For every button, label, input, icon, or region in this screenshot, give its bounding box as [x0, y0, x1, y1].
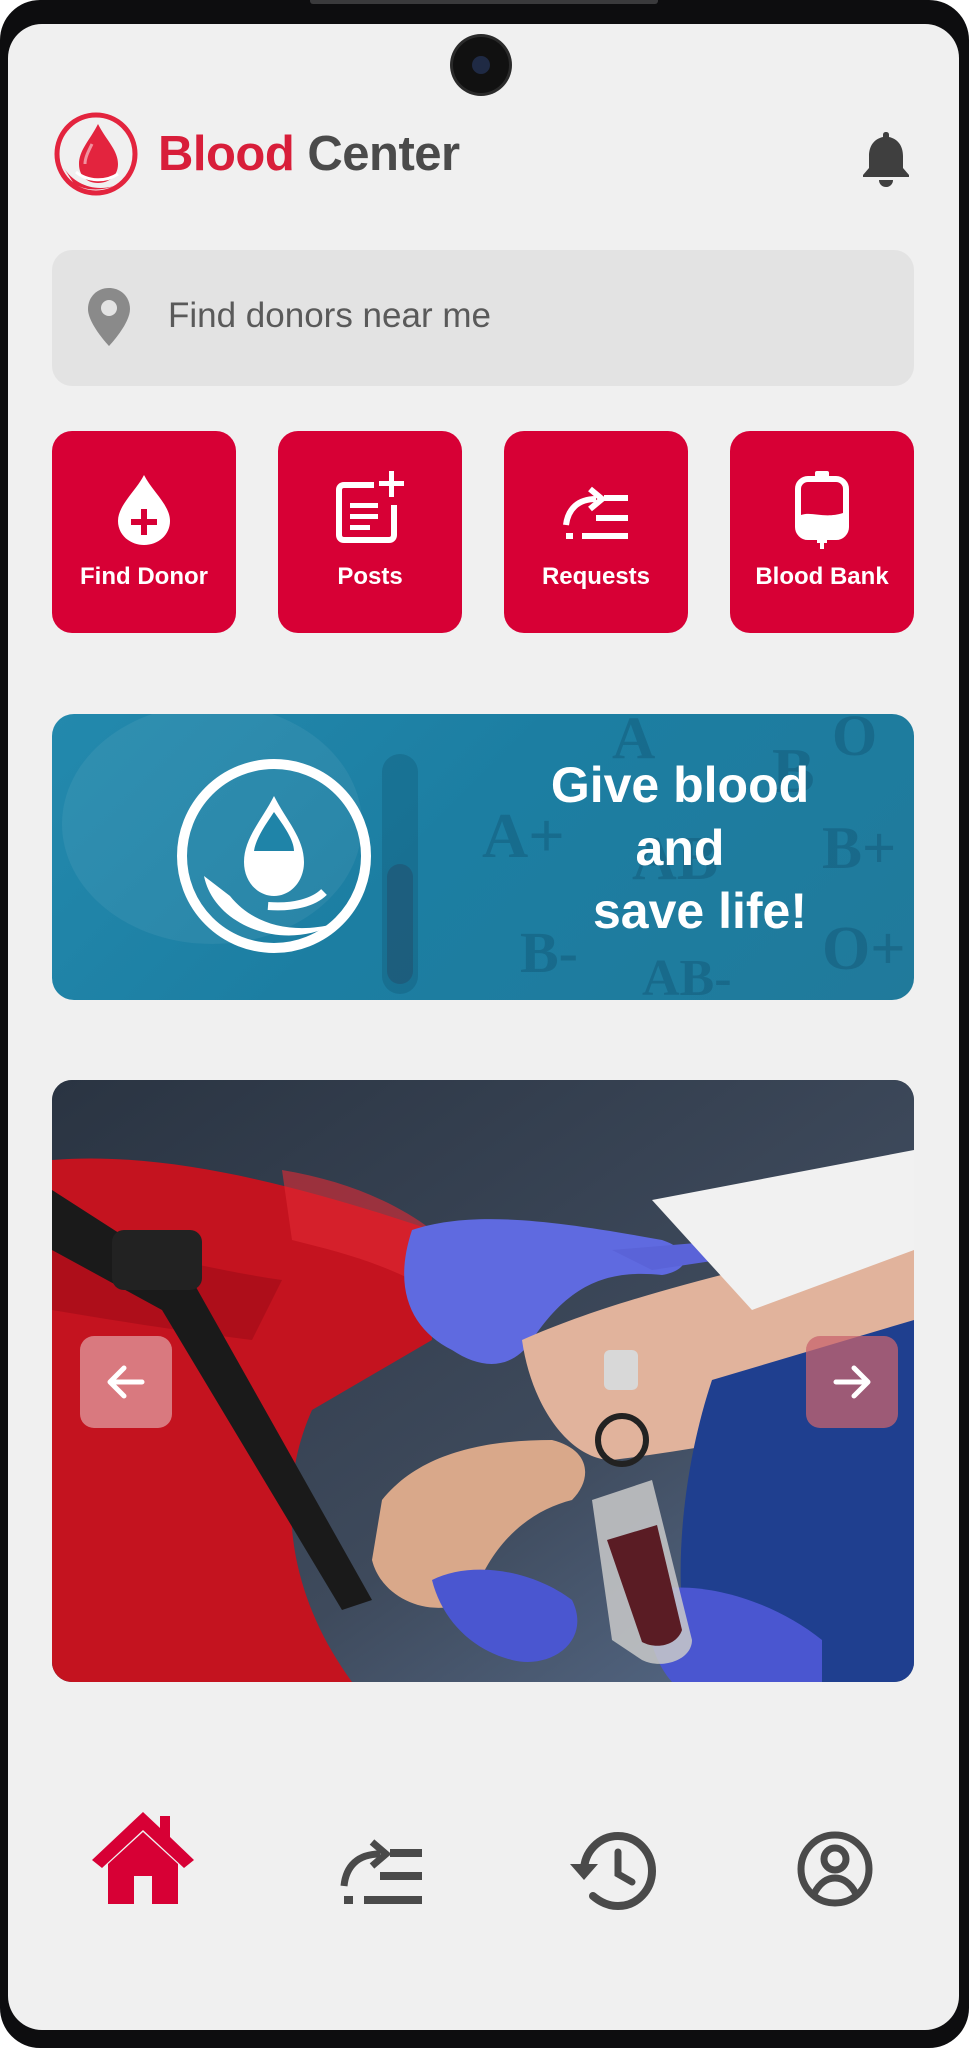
app-title-blood: Blood	[158, 127, 295, 181]
front-camera	[453, 37, 509, 93]
history-icon[interactable]	[562, 1816, 672, 1926]
banner-message: Give blood and save life!	[490, 754, 870, 943]
phone-top-edge	[310, 0, 658, 4]
bottom-navigation	[8, 1804, 959, 1924]
image-carousel[interactable]	[52, 1080, 914, 1682]
carousel-prev-button[interactable]	[80, 1336, 172, 1428]
find-donor-label: Find Donor	[80, 563, 208, 590]
arrow-right-icon	[833, 1365, 871, 1399]
requests-label: Requests	[541, 563, 651, 590]
banner-line-1: Give blood	[550, 757, 810, 813]
banner-bg-letter-ab-minus: AB-	[642, 950, 732, 1000]
app-title: Blood Center	[158, 126, 460, 182]
promo-banner[interactable]: A B B+ A+ AB B- AB- O+ O Give blood and …	[52, 714, 914, 1000]
blood-bag-icon	[795, 471, 849, 549]
add-post-icon	[336, 471, 404, 543]
app-title-center: Center	[307, 127, 460, 181]
carousel-next-button[interactable]	[806, 1336, 898, 1428]
home-icon[interactable]	[88, 1804, 198, 1914]
arrow-left-icon	[107, 1365, 145, 1399]
blood-bank-label: Blood Bank	[755, 563, 889, 590]
app-header: Blood Center	[52, 110, 912, 200]
notification-bell-icon[interactable]	[860, 128, 912, 188]
requests-list-icon	[563, 486, 628, 539]
blood-bank-button[interactable]: Blood Bank	[730, 431, 914, 633]
find-donor-button[interactable]: Find Donor	[52, 431, 236, 633]
posts-button[interactable]: Posts	[278, 431, 462, 633]
posts-label: Posts	[337, 563, 403, 590]
location-pin-icon	[88, 288, 130, 346]
blood-drop-plus-icon	[118, 475, 170, 545]
phone-frame: Blood Center Find donors near me Find Do…	[0, 0, 969, 2048]
profile-icon[interactable]	[780, 1814, 890, 1924]
requests-button[interactable]: Requests	[504, 431, 688, 633]
search-bar[interactable]: Find donors near me	[52, 250, 914, 386]
app-screen: Blood Center Find donors near me Find Do…	[8, 24, 959, 2030]
blood-donation-photo	[52, 1080, 914, 1682]
banner-line-2: and	[635, 820, 725, 876]
blood-center-logo-icon	[54, 112, 138, 196]
banner-line-3: save life!	[592, 883, 807, 939]
blood-drop-hand-icon	[177, 759, 371, 953]
requests-nav-icon[interactable]	[330, 1816, 440, 1926]
search-placeholder[interactable]: Find donors near me	[168, 296, 491, 336]
